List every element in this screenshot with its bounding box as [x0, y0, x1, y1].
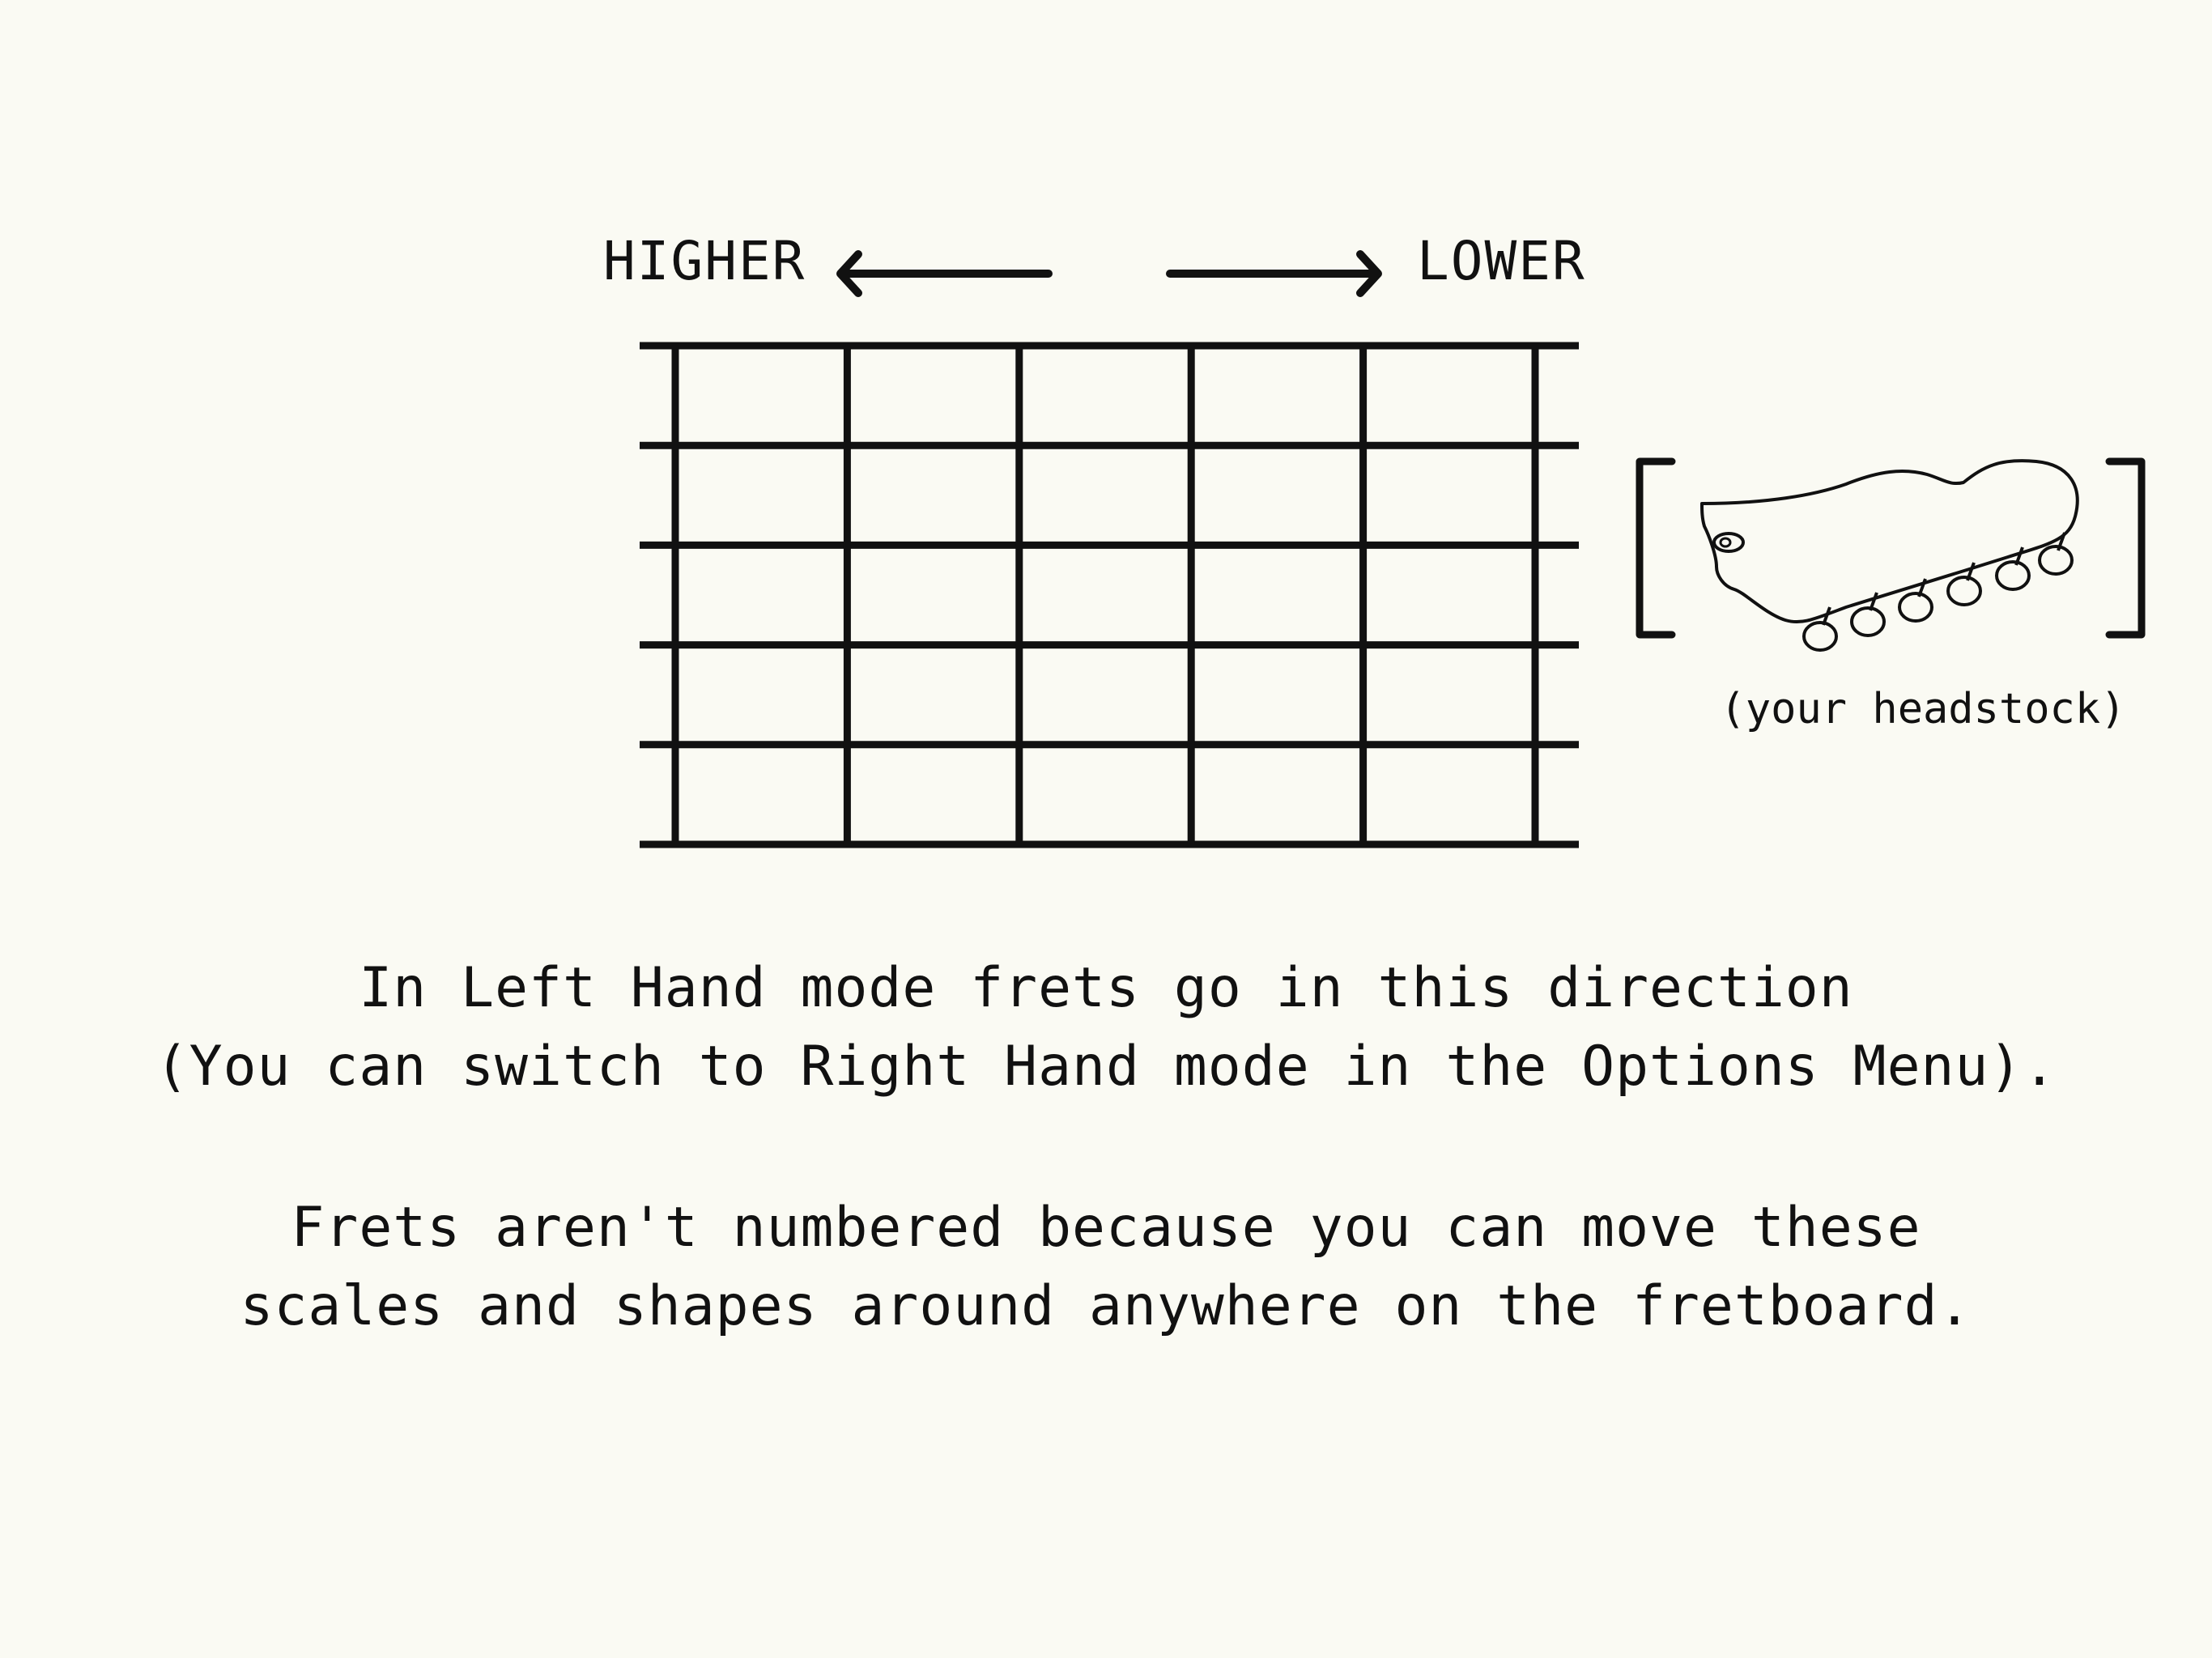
- frets-note-line-2: scales and shapes around anywhere on the…: [240, 1274, 1972, 1338]
- lower-label: LOWER: [1417, 230, 1586, 292]
- frets-note-line-1: Frets aren't numbered because you can mo…: [291, 1196, 1921, 1260]
- headstock-caption: (your headstock): [1720, 685, 2126, 733]
- bracket-right: [2105, 457, 2146, 639]
- higher-label: HIGHER: [603, 230, 806, 292]
- explanation-line-2: (You can switch to Right Hand mode in th…: [155, 1035, 2057, 1099]
- frets-unnumbered-note: Frets aren't numbered because you can mo…: [0, 1188, 2212, 1346]
- bracket-left: [1636, 457, 1676, 639]
- explanation-line-1: In Left Hand mode frets go in this direc…: [359, 956, 1853, 1020]
- fretboard-diagram: [640, 342, 1579, 848]
- arrow-right-icon: [1166, 250, 1382, 297]
- left-hand-mode-info-screen: HIGHER LOWER (your headstock) In Left Ha…: [0, 0, 2212, 1658]
- arrow-left-icon: [836, 250, 1053, 297]
- guitar-headstock-icon: [1636, 457, 2146, 652]
- left-hand-mode-explanation: In Left Hand mode frets go in this direc…: [0, 949, 2212, 1106]
- headstock-outline: [1700, 459, 2079, 624]
